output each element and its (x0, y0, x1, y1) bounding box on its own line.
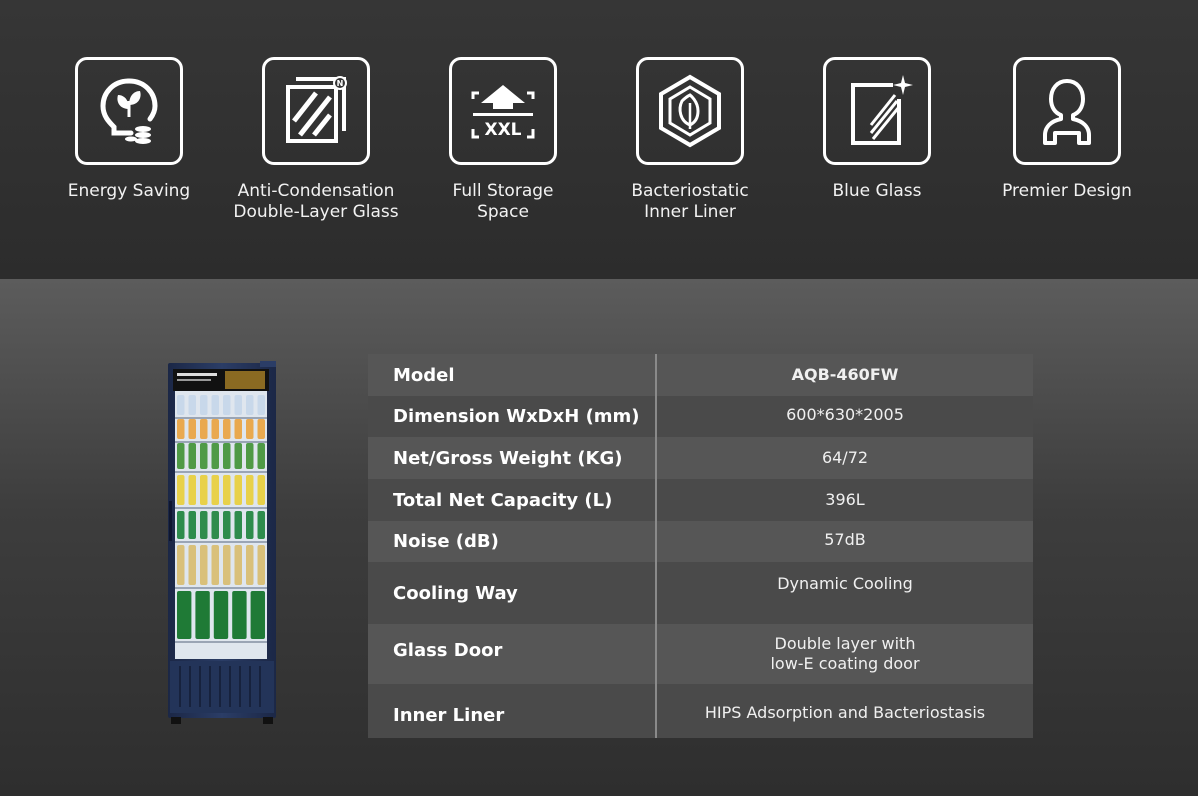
spec-value: Double layer with low-E coating door (655, 624, 1033, 684)
spec-row-dimension: Dimension WxDxH (mm) 600*630*2005 (368, 396, 1033, 437)
feature-anti-condensation: N Anti-Condensation Double-Layer Glass (222, 57, 410, 223)
spec-value: 57dB (655, 521, 1033, 562)
xxl-storage-icon: XXL (449, 57, 557, 165)
spec-value: AQB-460FW (655, 354, 1033, 396)
premier-design-person-icon (1013, 57, 1121, 165)
feature-premier-design: Premier Design (973, 57, 1161, 202)
spec-row-weight: Net/Gross Weight (KG) 64/72 (368, 437, 1033, 479)
feature-label: Blue Glass (832, 181, 922, 201)
spec-value: Dynamic Cooling (655, 562, 1033, 624)
spec-row-inner-liner: Inner Liner HIPS Adsorption and Bacterio… (368, 684, 1033, 738)
double-layer-glass-icon: N (262, 57, 370, 165)
spec-row-capacity: Total Net Capacity (L) 396L (368, 479, 1033, 521)
specifications-table: Model AQB-460FW Dimension WxDxH (mm) 600… (368, 354, 1033, 738)
feature-blue-glass: Blue Glass (783, 57, 971, 202)
feature-label: Anti-Condensation Double-Layer Glass (233, 181, 399, 222)
spec-label: Dimension WxDxH (mm) (393, 406, 640, 427)
spec-label: Net/Gross Weight (KG) (393, 447, 623, 469)
spec-row-glass-door: Glass Door Double layer with low-E coati… (368, 624, 1033, 684)
fridge-product-image (165, 361, 279, 726)
spec-value-line2: low-E coating door (770, 654, 920, 673)
spec-value: 600*630*2005 (655, 396, 1033, 437)
spec-label: Model (393, 364, 455, 386)
energy-saving-bulb-icon (75, 57, 183, 165)
bacteriostatic-leaf-icon (636, 57, 744, 165)
spec-label: Total Net Capacity (L) (393, 489, 613, 511)
spec-value-line1: Double layer with (774, 634, 916, 653)
spec-row-noise: Noise (dB) 57dB (368, 521, 1033, 562)
feature-full-storage: XXL Full Storage Space (409, 57, 597, 223)
spec-value: 396L (655, 479, 1033, 521)
feature-label: Full Storage Space (452, 181, 554, 222)
feature-label: Energy Saving (67, 181, 191, 201)
feature-energy-saving: Energy Saving (35, 57, 223, 202)
spec-label: Inner Liner (393, 704, 505, 726)
feature-label: Premier Design (1002, 181, 1132, 201)
feature-label: Bacteriostatic Inner Liner (631, 181, 749, 222)
spec-label: Noise (dB) (393, 531, 499, 552)
blue-glass-icon (823, 57, 931, 165)
spec-label: Cooling Way (393, 582, 518, 604)
svg-text:N: N (337, 79, 344, 88)
spec-label: Glass Door (393, 639, 503, 661)
feature-bacteriostatic: Bacteriostatic Inner Liner (596, 57, 784, 223)
xxl-text: XXL (484, 120, 521, 140)
spec-row-cooling: Cooling Way Dynamic Cooling (368, 562, 1033, 624)
spec-value: HIPS Adsorption and Bacteriostasis (655, 684, 1033, 738)
spec-row-model: Model AQB-460FW (368, 354, 1033, 396)
spec-value: 64/72 (655, 437, 1033, 479)
